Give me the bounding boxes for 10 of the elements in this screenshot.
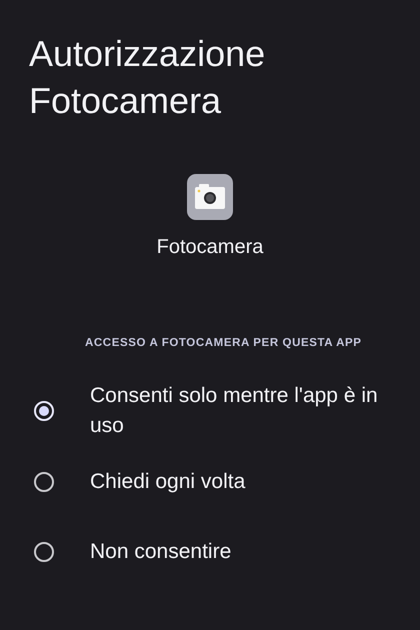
app-name: Fotocamera — [156, 236, 264, 259]
section-header: ACCESSO A FOTOCAMERA PER QUESTA APP — [85, 337, 363, 349]
option-label[interactable]: Consenti solo mentre l'app è in uso — [90, 381, 400, 441]
radio-button[interactable] — [34, 472, 54, 492]
option-label[interactable]: Chiedi ogni volta — [90, 467, 246, 497]
option-label[interactable]: Non consentire — [90, 537, 232, 567]
camera-icon — [187, 174, 233, 220]
radio-button[interactable] — [34, 542, 54, 562]
radio-button[interactable] — [34, 401, 54, 421]
page-title: Autorizzazione Fotocamera — [29, 32, 266, 123]
